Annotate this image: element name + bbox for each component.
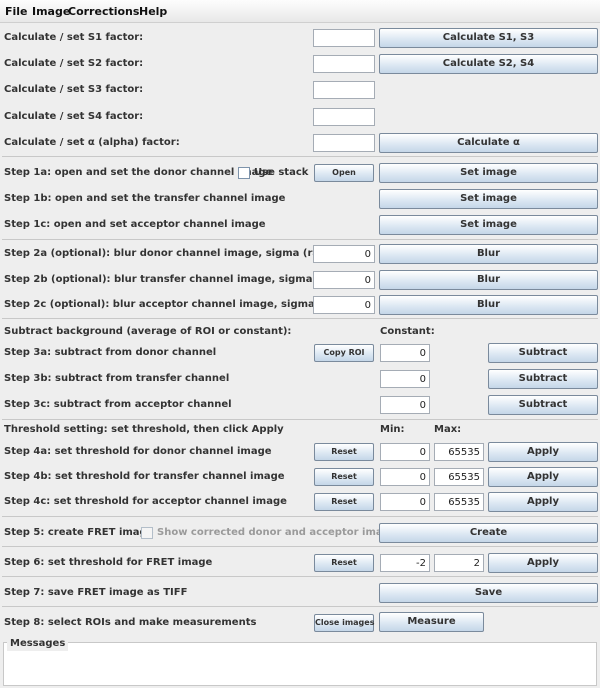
show-corrected-label: Show corrected donor and acceptor images: [157, 527, 403, 538]
step-1a-label: Step 1a: open and set the donor channel …: [4, 167, 273, 178]
acceptor-max-field[interactable]: 65535: [434, 493, 484, 511]
donor-min-field[interactable]: 0: [380, 443, 430, 461]
reset-donor-threshold-button[interactable]: Reset: [314, 443, 374, 461]
threshold-setting-label: Threshold setting: set threshold, then c…: [4, 424, 284, 435]
subtract-transfer-constant-field[interactable]: 0: [380, 370, 430, 388]
step-6-label: Step 6: set threshold for FRET image: [4, 557, 213, 568]
save-tiff-button[interactable]: Save: [379, 583, 598, 603]
fret-max-field[interactable]: 2: [434, 554, 484, 572]
messages-title: Messages: [7, 637, 69, 651]
reset-acceptor-threshold-button[interactable]: Reset: [314, 493, 374, 511]
calculate-s2-s4-button[interactable]: Calculate S2, S4: [379, 54, 598, 74]
separator: [2, 546, 598, 547]
create-fret-button[interactable]: Create: [379, 523, 598, 543]
step-7-label: Step 7: save FRET image as TIFF: [4, 587, 188, 598]
max-label: Max:: [434, 424, 462, 435]
constant-label: Constant:: [380, 326, 435, 337]
step-1b-label: Step 1b: open and set the transfer chann…: [4, 193, 286, 204]
step-4c-label: Step 4c: set threshold for acceptor chan…: [4, 496, 287, 507]
s3-factor-label: Calculate / set S3 factor:: [4, 84, 144, 95]
donor-max-field[interactable]: 65535: [434, 443, 484, 461]
blur-acceptor-button[interactable]: Blur: [379, 295, 598, 315]
step-5-label: Step 5: create FRET image: [4, 527, 154, 538]
blur-transfer-sigma-field[interactable]: 0: [313, 271, 375, 289]
step-2a-label: Step 2a (optional): blur donor channel i…: [4, 248, 352, 259]
min-label: Min:: [380, 424, 405, 435]
menu-corrections[interactable]: Corrections: [68, 5, 139, 18]
menu-bar: File Image Corrections Help: [0, 0, 600, 23]
s3-factor-field[interactable]: [313, 81, 375, 99]
blur-transfer-button[interactable]: Blur: [379, 270, 598, 290]
measure-button[interactable]: Measure: [379, 612, 484, 632]
s1-factor-field[interactable]: [313, 29, 375, 47]
menu-image[interactable]: Image: [32, 5, 70, 18]
subtract-transfer-button[interactable]: Subtract: [488, 369, 598, 389]
separator: [2, 239, 598, 240]
blur-acceptor-sigma-field[interactable]: 0: [313, 296, 375, 314]
reset-transfer-threshold-button[interactable]: Reset: [314, 468, 374, 486]
step-4b-label: Step 4b: set threshold for transfer chan…: [4, 471, 285, 482]
separator: [2, 419, 598, 420]
step-8-label: Step 8: select ROIs and make measurement…: [4, 617, 257, 628]
step-1c-label: Step 1c: open and set acceptor channel i…: [4, 219, 266, 230]
transfer-min-field[interactable]: 0: [380, 468, 430, 486]
separator: [2, 606, 598, 607]
apply-fret-threshold-button[interactable]: Apply: [488, 553, 598, 573]
blur-donor-button[interactable]: Blur: [379, 244, 598, 264]
s2-factor-field[interactable]: [313, 55, 375, 73]
s4-factor-field[interactable]: [313, 108, 375, 126]
menu-file[interactable]: File: [5, 5, 28, 18]
separator: [2, 516, 598, 517]
step-3b-label: Step 3b: subtract from transfer channel: [4, 373, 230, 384]
subtract-acceptor-constant-field[interactable]: 0: [380, 396, 430, 414]
acceptor-min-field[interactable]: 0: [380, 493, 430, 511]
separator: [2, 156, 598, 157]
s2-factor-label: Calculate / set S2 factor:: [4, 58, 144, 69]
subtract-donor-button[interactable]: Subtract: [488, 343, 598, 363]
close-images-button[interactable]: Close images: [314, 614, 374, 632]
open-button[interactable]: Open: [314, 164, 374, 182]
show-corrected-checkbox[interactable]: [141, 527, 153, 539]
s4-factor-label: Calculate / set S4 factor:: [4, 111, 144, 122]
separator: [2, 576, 598, 577]
set-donor-image-button[interactable]: Set image: [379, 163, 598, 183]
use-stack-label: Use stack: [254, 167, 309, 178]
apply-acceptor-threshold-button[interactable]: Apply: [488, 492, 598, 512]
menu-help[interactable]: Help: [139, 5, 167, 18]
step-4a-label: Step 4a: set threshold for donor channel…: [4, 446, 272, 457]
subtract-donor-constant-field[interactable]: 0: [380, 344, 430, 362]
blur-donor-sigma-field[interactable]: 0: [313, 245, 375, 263]
calculate-alpha-button[interactable]: Calculate α: [379, 133, 598, 153]
messages-panel: [3, 642, 597, 686]
separator: [2, 318, 598, 319]
copy-roi-button[interactable]: Copy ROI: [314, 344, 374, 362]
step-3a-label: Step 3a: subtract from donor channel: [4, 347, 217, 358]
use-stack-checkbox[interactable]: [238, 167, 250, 179]
s1-factor-label: Calculate / set S1 factor:: [4, 32, 144, 43]
set-acceptor-image-button[interactable]: Set image: [379, 215, 598, 235]
transfer-max-field[interactable]: 65535: [434, 468, 484, 486]
step-2b-label: Step 2b (optional): blur transfer channe…: [4, 274, 365, 285]
apply-transfer-threshold-button[interactable]: Apply: [488, 467, 598, 487]
step-3c-label: Step 3c: subtract from acceptor channel: [4, 399, 232, 410]
alpha-factor-label: Calculate / set α (alpha) factor:: [4, 137, 180, 148]
set-transfer-image-button[interactable]: Set image: [379, 189, 598, 209]
fret-min-field[interactable]: -2: [380, 554, 430, 572]
subtract-acceptor-button[interactable]: Subtract: [488, 395, 598, 415]
apply-donor-threshold-button[interactable]: Apply: [488, 442, 598, 462]
reset-fret-threshold-button[interactable]: Reset: [314, 554, 374, 572]
calculate-s1-s3-button[interactable]: Calculate S1, S3: [379, 28, 598, 48]
alpha-factor-field[interactable]: [313, 134, 375, 152]
subtract-background-label: Subtract background (average of ROI or c…: [4, 326, 292, 337]
